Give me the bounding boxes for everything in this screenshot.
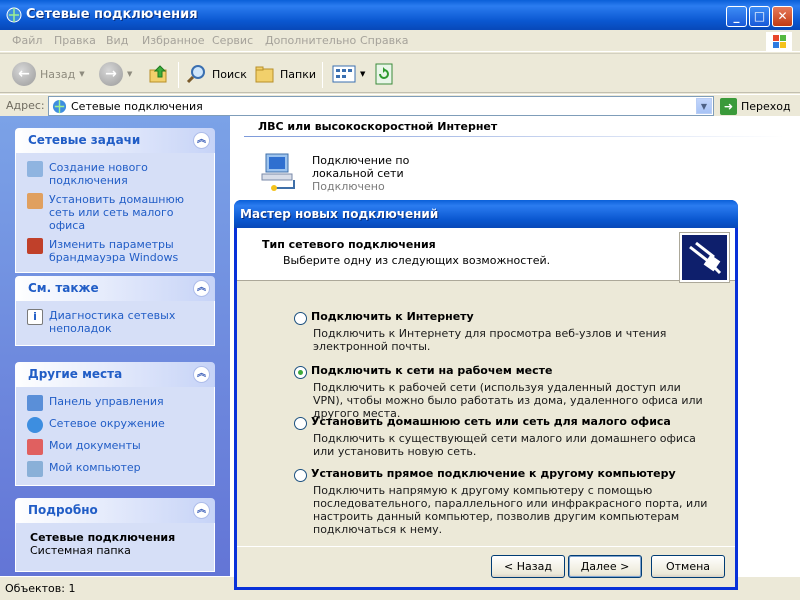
radio-direct-connection[interactable]: [294, 469, 307, 482]
back-button[interactable]: < Назад: [491, 555, 565, 578]
place-my-computer[interactable]: Мой компьютер: [27, 461, 204, 477]
folders-icon: [255, 66, 274, 83]
details-type: Системная папка: [30, 544, 131, 557]
connection-name: Подключение по локальной сети: [312, 154, 410, 180]
views-button[interactable]: ▼: [332, 60, 365, 88]
menu-favorites[interactable]: Избранное: [142, 34, 204, 47]
globe-icon: [27, 417, 43, 433]
collapse-chevron-icon[interactable]: ︽: [193, 366, 210, 383]
address-input[interactable]: Сетевые подключения ▼: [48, 96, 714, 116]
go-button[interactable]: ➜ Переход: [720, 98, 791, 115]
group-header: ЛВС или высокоскоростной Интернет: [258, 120, 498, 133]
place-control-panel[interactable]: Панель управления: [27, 395, 204, 411]
new-connection-wizard-dialog: Мастер новых подключений Тип сетевого по…: [234, 200, 738, 590]
address-dropdown-button[interactable]: ▼: [696, 98, 712, 114]
details-header[interactable]: Подробно ︽: [15, 498, 215, 523]
other-places-panel: Другие места ︽ Панель управления Сетевое …: [15, 362, 215, 486]
refresh-button[interactable]: [374, 60, 394, 88]
menu-help[interactable]: Справка: [360, 34, 408, 47]
menu-file[interactable]: Файл: [12, 34, 42, 47]
info-icon: i: [27, 309, 43, 325]
control-panel-icon: [27, 395, 43, 411]
home-network-icon: [27, 193, 43, 209]
maximize-button[interactable]: □: [749, 6, 770, 27]
search-icon: [186, 65, 205, 84]
views-icon: [332, 65, 356, 83]
see-also-diagnostics[interactable]: i Диагностика сетевых неполадок: [27, 309, 204, 335]
wizard-header: Тип сетевого подключения Выберите одну и…: [237, 228, 735, 283]
address-bar: Адрес: Сетевые подключения ▼ ➜ Переход: [0, 94, 800, 116]
chevron-down-icon: ▼: [79, 70, 85, 78]
forward-button[interactable]: → ▼: [99, 60, 132, 88]
details-name: Сетевые подключения: [30, 531, 176, 544]
back-arrow-icon: ←: [12, 62, 36, 86]
chevron-down-icon: ▼: [127, 70, 133, 78]
details-panel: Подробно ︽ Сетевые подключения Системная …: [15, 498, 215, 572]
task-create-connection[interactable]: Создание нового подключения: [27, 161, 204, 187]
menu-bar: Файл Правка Вид Избранное Сервис Дополни…: [0, 30, 800, 52]
window-title: Сетевые подключения: [26, 7, 198, 22]
menu-advanced[interactable]: Дополнительно: [265, 34, 356, 47]
network-tasks-header[interactable]: Сетевые задачи ︽: [15, 128, 215, 153]
menu-view[interactable]: Вид: [106, 34, 128, 47]
radio-internet[interactable]: [294, 312, 307, 325]
task-home-network[interactable]: Установить домашнюю сеть или сеть малого…: [27, 193, 204, 232]
radio-workplace[interactable]: [294, 366, 307, 379]
place-network-neighborhood[interactable]: Сетевое окружение: [27, 417, 204, 433]
place-my-documents[interactable]: Мои документы: [27, 439, 204, 455]
documents-folder-icon: [27, 439, 43, 455]
network-tasks-panel: Сетевые задачи ︽ Создание нового подключе…: [15, 128, 215, 273]
lan-connection-item[interactable]: Подключение по локальной сети Подключено: [260, 148, 460, 208]
lan-connection-icon: [261, 153, 295, 191]
network-globe-icon: [6, 7, 22, 23]
search-button[interactable]: Поиск: [186, 60, 247, 88]
radio-home-network[interactable]: [294, 417, 307, 430]
wizard-title: Мастер новых подключений: [240, 207, 439, 221]
next-button[interactable]: Далее >: [568, 555, 642, 578]
firewall-icon: [27, 238, 43, 254]
wizard-body: Тип сетевого подключения Выберите одну и…: [237, 228, 735, 587]
address-label: Адрес:: [6, 99, 45, 112]
toolbar: ← Назад ▼ → ▼ Поиск Папки ▼: [0, 53, 800, 93]
menu-tools[interactable]: Сервис: [212, 34, 253, 47]
computer-icon: [27, 461, 43, 477]
refresh-icon: [375, 63, 393, 85]
minimize-button[interactable]: _: [726, 6, 747, 27]
close-button[interactable]: ✕: [772, 6, 793, 27]
network-cable-icon: [679, 232, 730, 283]
connection-status: Подключено: [312, 180, 385, 193]
forward-arrow-icon: →: [99, 62, 123, 86]
cancel-button[interactable]: Отмена: [651, 555, 725, 578]
collapse-chevron-icon[interactable]: ︽: [193, 280, 210, 297]
wizard-heading: Тип сетевого подключения: [262, 238, 436, 251]
menu-edit[interactable]: Правка: [54, 34, 96, 47]
network-globe-icon: [52, 99, 67, 114]
folder-up-icon: [149, 65, 167, 83]
new-connection-icon: [27, 161, 43, 177]
folders-button[interactable]: Папки: [254, 60, 316, 88]
status-text: Объектов: 1: [5, 582, 76, 595]
chevron-down-icon: ▼: [360, 70, 366, 78]
title-bar[interactable]: Сетевые подключения _ □ ✕: [0, 0, 800, 30]
task-firewall[interactable]: Изменить параметры брандмауэра Windows: [27, 238, 204, 264]
task-pane: Сетевые задачи ︽ Создание нового подключе…: [0, 116, 230, 576]
up-folder-button[interactable]: [148, 60, 170, 88]
wizard-subheading: Выберите одну из следующих возможностей.: [283, 254, 551, 267]
windows-logo-icon: [766, 32, 792, 51]
go-arrow-icon: ➜: [720, 98, 737, 115]
back-button[interactable]: ← Назад ▼: [12, 60, 85, 88]
other-places-header[interactable]: Другие места ︽: [15, 362, 215, 387]
see-also-panel: См. также ︽ i Диагностика сетевых неполадо…: [15, 276, 215, 346]
collapse-chevron-icon[interactable]: ︽: [193, 502, 210, 519]
collapse-chevron-icon[interactable]: ︽: [193, 132, 210, 149]
wizard-title-bar[interactable]: Мастер новых подключений: [234, 200, 738, 228]
see-also-header[interactable]: См. также ︽: [15, 276, 215, 301]
